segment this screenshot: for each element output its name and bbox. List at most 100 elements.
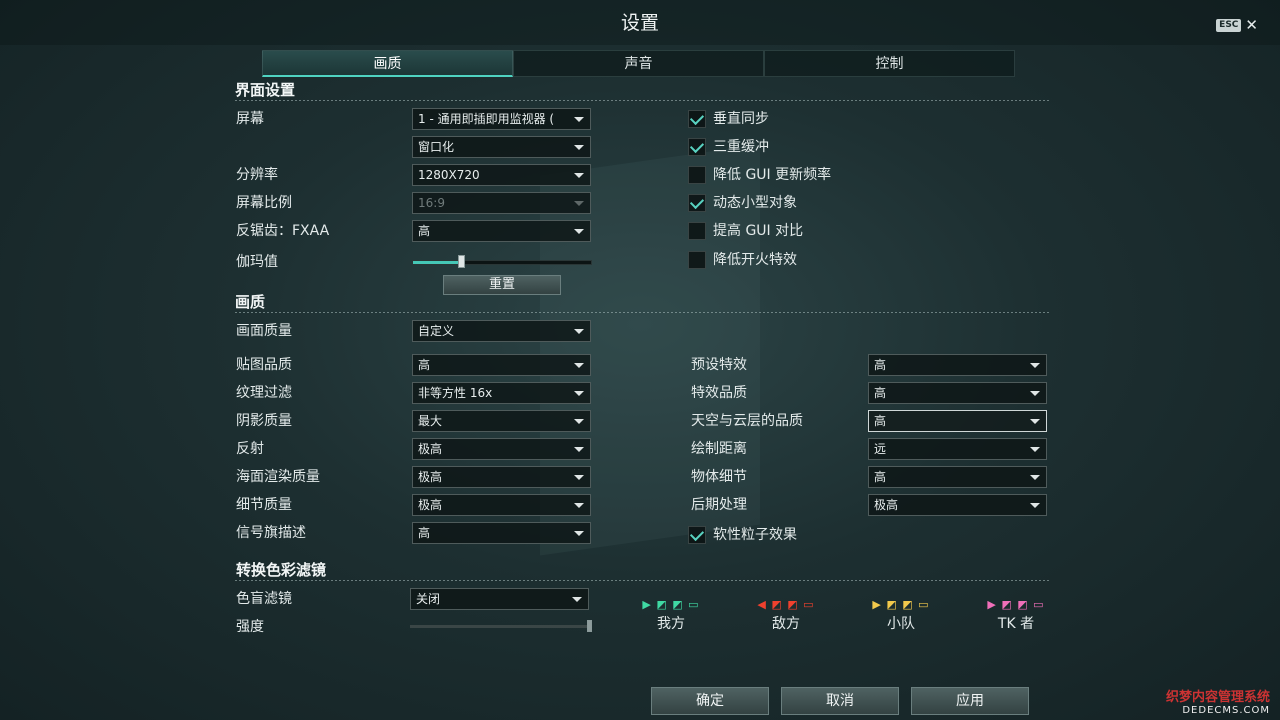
screen-dropdown[interactable]: 1 - 通用即插即用监视器 (: [412, 108, 591, 130]
close-icon[interactable]: ✕: [1245, 18, 1258, 33]
apply-button[interactable]: 应用: [911, 687, 1029, 715]
effects-preset-label: 预设特效: [691, 357, 747, 373]
reduce-gui-refresh-checkbox[interactable]: [688, 166, 706, 184]
triple-buffer-checkbox[interactable]: [688, 138, 706, 156]
shadow-quality-dropdown[interactable]: 最大: [412, 410, 591, 432]
tab-graphics[interactable]: 画质: [262, 50, 513, 77]
antialiasing-value: 高: [418, 224, 431, 238]
tk-label: TK 者: [997, 616, 1035, 632]
soft-particles-checkbox[interactable]: [688, 526, 706, 544]
gamma-slider[interactable]: [412, 255, 592, 268]
chevron-down-icon: [574, 391, 584, 396]
soft-particles-label: 软性粒子效果: [713, 527, 797, 543]
quality-heading: 画质: [235, 293, 266, 311]
watermark: 织梦内容管理系统 DEDECMS.COM: [1166, 686, 1270, 716]
water-quality-dropdown[interactable]: 极高: [412, 466, 591, 488]
checkmark-icon: [689, 110, 705, 126]
colorblind-dropdown[interactable]: 关闭: [410, 588, 589, 610]
screen-label: 屏幕: [236, 111, 264, 127]
chevron-down-icon: [574, 201, 584, 206]
team-ally-preview: ▶ ◩ ◩ ▭ 我方: [621, 598, 721, 633]
checkmark-icon: [689, 194, 705, 210]
aspect-ratio-dropdown: 16:9: [412, 192, 591, 214]
object-detail-dropdown[interactable]: 高: [868, 466, 1047, 488]
draw-distance-dropdown[interactable]: 远: [868, 438, 1047, 460]
reduce-gui-refresh-label: 降低 GUI 更新频率: [713, 167, 832, 183]
water-quality-value: 极高: [418, 470, 443, 484]
chevron-down-icon: [574, 229, 584, 234]
chevron-down-icon: [574, 173, 584, 178]
intensity-slider-handle[interactable]: [587, 620, 592, 632]
texture-filter-value: 非等方性 16x: [418, 386, 493, 400]
texture-filter-label: 纹理过滤: [236, 385, 292, 401]
checkmark-icon: [689, 526, 705, 542]
chevron-down-icon: [1030, 447, 1040, 452]
esc-key-icon[interactable]: ESC: [1216, 18, 1242, 32]
signal-flag-value: 高: [418, 526, 431, 540]
colorblind-value: 关闭: [416, 592, 441, 606]
effects-quality-dropdown[interactable]: 高: [868, 382, 1047, 404]
gui-contrast-label: 提高 GUI 对比: [713, 223, 804, 239]
section-divider: [235, 580, 1050, 581]
window-mode-dropdown[interactable]: 窗口化: [412, 136, 591, 158]
cancel-button[interactable]: 取消: [781, 687, 899, 715]
triple-buffer-label: 三重缓冲: [713, 139, 769, 155]
resolution-value: 1280X720: [418, 168, 480, 182]
reset-button[interactable]: 重置: [443, 275, 561, 295]
effects-preset-dropdown[interactable]: 高: [868, 354, 1047, 376]
detail-quality-value: 极高: [418, 498, 443, 512]
sky-cloud-quality-value: 高: [874, 414, 887, 428]
checkmark-icon: [689, 138, 705, 154]
post-processing-value: 极高: [874, 498, 899, 512]
chevron-down-icon: [1030, 363, 1040, 368]
chevron-down-icon: [574, 503, 584, 508]
tab-sound[interactable]: 声音: [513, 50, 764, 77]
signal-flag-dropdown[interactable]: 高: [412, 522, 591, 544]
enemy-label: 敌方: [772, 616, 800, 632]
aspect-ratio-label: 屏幕比例: [236, 195, 292, 211]
close-control[interactable]: ESC ✕: [1216, 18, 1258, 33]
vsync-checkbox[interactable]: [688, 110, 706, 128]
reduce-fire-effects-checkbox[interactable]: [688, 251, 706, 269]
texture-quality-dropdown[interactable]: 高: [412, 354, 591, 376]
settings-tabs: 画质 声音 控制: [262, 50, 1015, 77]
post-processing-dropdown[interactable]: 极高: [868, 494, 1047, 516]
enemy-ship-icons: ◀ ◩ ◩ ▭: [757, 598, 815, 611]
watermark-line2: DEDECMS.COM: [1182, 705, 1270, 716]
resolution-dropdown[interactable]: 1280X720: [412, 164, 591, 186]
chevron-down-icon: [574, 475, 584, 480]
chevron-down-icon: [1030, 419, 1040, 424]
gamma-slider-fill: [413, 261, 462, 264]
reflection-dropdown[interactable]: 极高: [412, 438, 591, 460]
shadow-quality-label: 阴影质量: [236, 413, 292, 429]
antialiasing-dropdown[interactable]: 高: [412, 220, 591, 242]
chevron-down-icon: [572, 597, 582, 602]
gamma-slider-track[interactable]: [412, 260, 592, 265]
object-detail-value: 高: [874, 470, 887, 484]
chevron-down-icon: [1030, 503, 1040, 508]
team-enemy-preview: ◀ ◩ ◩ ▭ 敌方: [736, 598, 836, 633]
detail-quality-dropdown[interactable]: 极高: [412, 494, 591, 516]
chevron-down-icon: [574, 363, 584, 368]
gamma-slider-handle[interactable]: [457, 255, 465, 268]
dynamic-objects-label: 动态小型对象: [713, 195, 797, 211]
dynamic-objects-checkbox[interactable]: [688, 194, 706, 212]
sky-cloud-quality-dropdown[interactable]: 高: [868, 410, 1047, 432]
quality-preset-dropdown[interactable]: 自定义: [412, 320, 591, 342]
texture-filter-dropdown[interactable]: 非等方性 16x: [412, 382, 591, 404]
chevron-down-icon: [1030, 475, 1040, 480]
intensity-slider[interactable]: [410, 620, 592, 632]
ok-button[interactable]: 确定: [651, 687, 769, 715]
watermark-line1: 织梦内容管理系统: [1165, 690, 1270, 705]
team-tk-preview: ▶ ◩ ◩ ▭ TK 者: [966, 598, 1066, 633]
division-label: 小队: [887, 616, 915, 632]
gui-contrast-checkbox[interactable]: [688, 222, 706, 240]
ally-label: 我方: [657, 616, 685, 632]
reflection-label: 反射: [236, 441, 264, 457]
colorblind-label: 色盲滤镜: [236, 591, 292, 607]
object-detail-label: 物体细节: [691, 469, 747, 485]
chevron-down-icon: [574, 329, 584, 334]
tab-controls[interactable]: 控制: [764, 50, 1015, 77]
intensity-slider-track[interactable]: [410, 625, 592, 628]
window-mode-value: 窗口化: [418, 140, 455, 154]
